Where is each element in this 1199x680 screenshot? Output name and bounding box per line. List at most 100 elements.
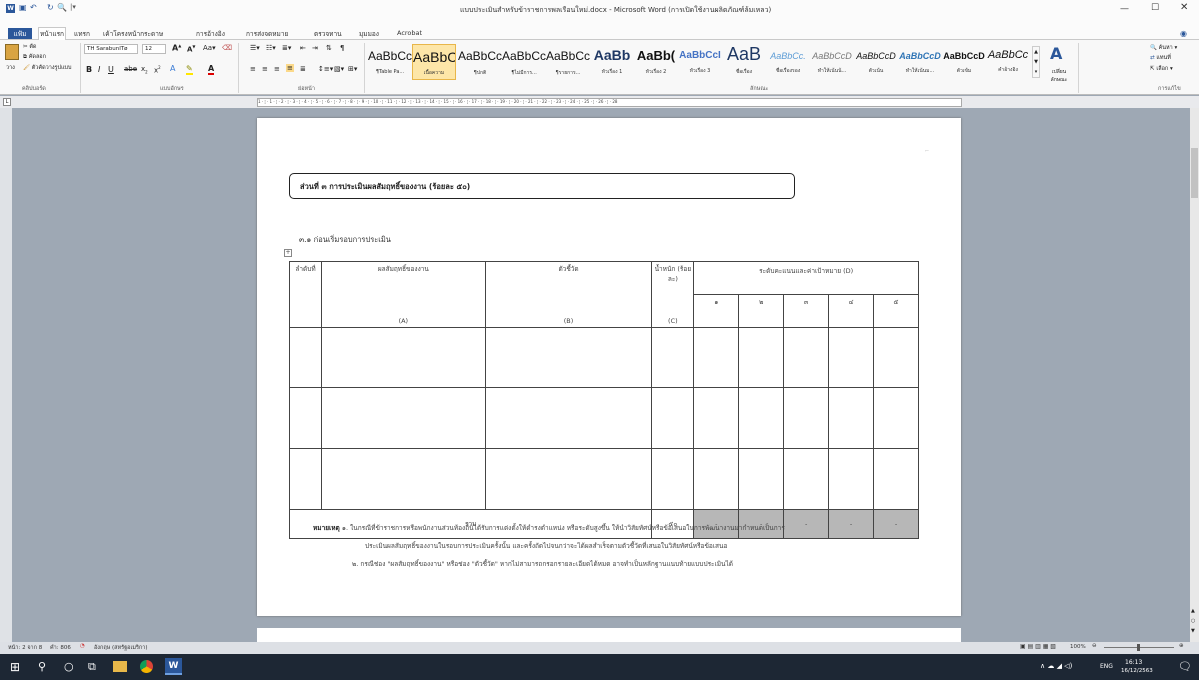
style-emphasis[interactable]: AaBbCcD ตัวเน้น: [854, 44, 898, 80]
numbering-icon[interactable]: ☷▾: [266, 44, 276, 52]
clock-time[interactable]: 16:13: [1125, 659, 1142, 666]
subscript-button[interactable]: x2: [141, 65, 148, 74]
style-heading-3[interactable]: AaBbCcI หัวเรื่อง 3: [678, 44, 722, 80]
table-cell[interactable]: [320, 387, 486, 449]
next-page-icon[interactable]: ▼: [1191, 628, 1195, 634]
multilevel-list-icon[interactable]: ≣▾: [282, 44, 291, 52]
vertical-scrollbar[interactable]: ▲ ○ ▼: [1190, 108, 1199, 642]
show-marks-icon[interactable]: ¶: [340, 44, 344, 52]
style-heading-2[interactable]: AaBb(หัวเรื่อง 2: [634, 44, 678, 80]
format-painter-button[interactable]: 🖌 ตัวคัดวางรูปแบบ: [23, 64, 71, 72]
close-button[interactable]: ✕: [1180, 2, 1188, 13]
table-cell[interactable]: [783, 448, 830, 510]
align-left-icon[interactable]: ≡: [250, 65, 256, 73]
zoom-in-icon[interactable]: ⊕: [1179, 643, 1184, 649]
font-name-select[interactable]: TH SarabunITø: [84, 44, 138, 54]
style-no-spacing[interactable]: AaBbCc ¶ไม่มีการ...: [502, 44, 546, 80]
style-title[interactable]: AaB ชื่อเรื่อง: [722, 44, 766, 80]
redo-icon[interactable]: ↻: [47, 3, 54, 12]
paste-icon[interactable]: [5, 44, 19, 60]
italic-button[interactable]: I: [98, 65, 100, 74]
clear-format-icon[interactable]: ⌫: [222, 44, 232, 52]
copy-button[interactable]: ⧉ คัดลอก: [23, 53, 46, 61]
tab-home[interactable]: หน้าแรก: [38, 27, 66, 40]
style-table-paragraph[interactable]: AaBbCc ¶Table Pa...: [368, 44, 412, 80]
tab-mailings[interactable]: การส่งจดหมาย: [246, 29, 288, 39]
change-styles-button[interactable]: เปลี่ยนลักษณะ: [1045, 68, 1073, 84]
table-cell[interactable]: [484, 387, 653, 449]
table-cell[interactable]: [873, 387, 919, 449]
file-explorer-icon[interactable]: [113, 661, 127, 672]
styles-scroll-icon[interactable]: ▲ ▼ ▾: [1032, 46, 1040, 78]
table-cell[interactable]: [693, 387, 740, 449]
grow-font-icon[interactable]: A▲: [172, 43, 181, 53]
view-buttons[interactable]: ▣ ▤ ▥ ▦ ▧: [1020, 643, 1056, 650]
table-cell[interactable]: [651, 387, 695, 449]
customize-toolbar-icon[interactable]: |▾: [70, 3, 76, 11]
task-view-icon[interactable]: ⧉: [88, 660, 96, 674]
save-icon[interactable]: ▣: [19, 3, 27, 12]
page-count[interactable]: หน้า: 2 จาก 8: [8, 644, 42, 652]
word-icon[interactable]: W: [6, 4, 15, 13]
change-case-icon[interactable]: Aa▾: [203, 44, 216, 52]
justify-icon[interactable]: ≡: [286, 64, 294, 72]
align-right-icon[interactable]: ≡: [274, 65, 280, 73]
font-size-select[interactable]: 12: [142, 44, 166, 54]
style-subtle-emphasis[interactable]: AaBbCcD ทำให้เน้นน้...: [810, 44, 854, 80]
bullets-icon[interactable]: ☰▾: [250, 44, 260, 52]
table-cell[interactable]: [828, 448, 875, 510]
tab-references[interactable]: การอ้างอิง: [196, 29, 225, 39]
zoom-out-icon[interactable]: ⊖: [1092, 643, 1097, 649]
table-cell[interactable]: [738, 327, 785, 388]
style-subtitle[interactable]: AaBbCc. ชื่อเรื่องรอง: [766, 44, 810, 80]
align-center-icon[interactable]: ≡: [262, 65, 268, 73]
table-cell[interactable]: [693, 327, 740, 388]
superscript-button[interactable]: x2: [154, 65, 161, 74]
table-cell[interactable]: [738, 387, 785, 449]
table-cell[interactable]: [873, 327, 919, 388]
tab-file[interactable]: แฟ้ม: [8, 28, 32, 39]
table-move-handle-icon[interactable]: +: [284, 249, 292, 257]
cut-button[interactable]: ✂ ตัด: [23, 43, 37, 51]
horizontal-ruler[interactable]: 1 · ¦ · 1 · ¦ · 2 · ¦ · 3 · ¦ · 4 · ¦ · …: [257, 98, 962, 107]
style-list[interactable]: AaBbCc ¶รายการ...: [546, 44, 590, 80]
next-page[interactable]: [257, 628, 961, 642]
table-cell[interactable]: [289, 387, 322, 449]
table-cell[interactable]: [484, 448, 653, 510]
line-spacing-icon[interactable]: ↕≡▾: [318, 65, 333, 73]
borders-icon[interactable]: ⊞▾: [348, 65, 357, 73]
paste-button[interactable]: วาง: [6, 64, 15, 72]
zoom-slider-thumb[interactable]: [1137, 644, 1140, 651]
ruler-toggle-icon[interactable]: L: [3, 98, 11, 106]
text-effects-icon[interactable]: A: [170, 64, 175, 73]
underline-button[interactable]: U: [108, 65, 114, 74]
table-cell[interactable]: [289, 327, 322, 388]
distributed-icon[interactable]: ≣: [300, 65, 306, 73]
zoom-level[interactable]: 100%: [1070, 644, 1086, 650]
language-indicator[interactable]: อังกฤษ (สหรัฐอเมริกา): [94, 644, 147, 652]
sort-icon[interactable]: ⇅: [326, 44, 332, 52]
select-button[interactable]: ⇱ เลือก ▾: [1150, 65, 1173, 73]
shrink-font-icon[interactable]: A▼: [187, 44, 196, 53]
shading-icon[interactable]: ▧▾: [334, 65, 344, 73]
start-windows-icon[interactable]: ⊞: [10, 660, 20, 674]
cortana-icon[interactable]: ○: [64, 660, 74, 673]
table-cell[interactable]: [783, 327, 830, 388]
clock-date[interactable]: 16/12/2563: [1121, 668, 1153, 674]
tab-view[interactable]: มุมมอง: [359, 29, 379, 39]
style-intense-emphasis[interactable]: AaBbCcD ทำให้เน้นม...: [898, 44, 942, 80]
replace-button[interactable]: ⇄ แทนที่: [1150, 54, 1171, 62]
style-body-text[interactable]: AaBbC เนื้อความ: [412, 44, 456, 80]
tab-page-layout[interactable]: เค้าโครงหน้ากระดาษ: [103, 29, 163, 39]
table-cell[interactable]: [873, 448, 919, 510]
decrease-indent-icon[interactable]: ⇤: [300, 44, 306, 52]
document-page[interactable]: ⌐ ส่วนที่ ๓ การประเมินผลสัมฤทธิ์ของงาน (…: [257, 118, 961, 616]
undo-icon[interactable]: ↶: [30, 3, 37, 12]
font-color-icon[interactable]: A: [208, 64, 215, 75]
chrome-icon[interactable]: [140, 660, 153, 673]
table-cell[interactable]: [651, 448, 695, 510]
browse-object-icon[interactable]: ○: [1191, 618, 1195, 624]
increase-indent-icon[interactable]: ⇥: [312, 44, 318, 52]
tab-review[interactable]: ตรวจทาน: [314, 29, 342, 39]
print-preview-icon[interactable]: 🔍: [57, 3, 67, 12]
